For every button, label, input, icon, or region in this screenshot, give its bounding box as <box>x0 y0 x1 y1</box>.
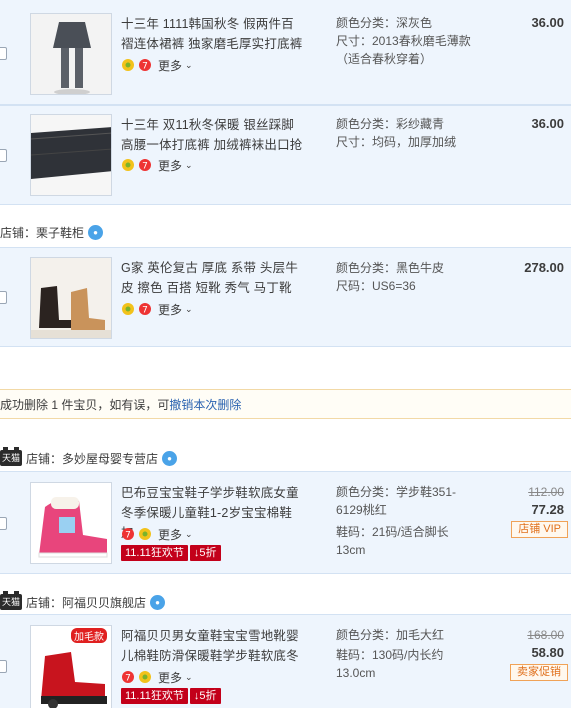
item-price: 77.28 <box>531 502 564 517</box>
attr-size: 尺寸：均码，加厚加绒 <box>336 135 457 149</box>
item-attributes: 颜色分类：黑色牛皮 尺码：US6=36 <box>336 259 486 295</box>
shop-name[interactable]: 多妙屋母婴专营店 <box>62 450 158 467</box>
chevron-down-icon[interactable]: ⌄ <box>185 160 193 171</box>
more-services-link[interactable]: 更多 <box>158 301 182 318</box>
shop-name[interactable]: 栗子鞋柜 <box>36 224 84 241</box>
chevron-down-icon[interactable]: ⌄ <box>185 672 193 683</box>
product-thumbnail[interactable] <box>30 114 112 196</box>
delete-notice: 成功删除 1 件宝贝，如有误，可撤销本次删除 <box>0 389 571 419</box>
seven-day-return-icon: 7 <box>139 303 151 316</box>
flower-icon <box>122 59 134 71</box>
cart-item: 十三年 1111韩国秋冬 假两件百褶连体裙裤 独家磨毛厚实打底裤 7 更多 ⌄ … <box>0 0 571 105</box>
svg-text:7: 7 <box>142 162 148 172</box>
item-price: 58.80 <box>531 645 564 660</box>
attr-size: 鞋码：21码/适合脚长13cm <box>336 525 449 557</box>
item-checkbox[interactable] <box>0 660 7 673</box>
attr-note: （适合春秋穿着） <box>336 52 433 66</box>
tmall-icon: 天猫 <box>0 591 22 610</box>
shop-name[interactable]: 阿福贝贝旗舰店 <box>62 594 146 611</box>
product-thumbnail[interactable] <box>30 482 112 564</box>
item-attributes: 颜色分类：深灰色 尺寸：2013春秋磨毛薄款 （适合春秋穿着） <box>336 14 486 68</box>
item-price: 36.00 <box>531 116 564 131</box>
svg-text:7: 7 <box>125 674 131 684</box>
product-title[interactable]: 十三年 双11秋冬保暖 银丝踩脚高腰一体打底裤 加绒裤袜出口抢 <box>121 115 303 155</box>
original-price: 168.00 <box>527 628 564 642</box>
promo-tags: 11.11狂欢节 ↓5折 <box>121 545 221 561</box>
flower-icon <box>139 671 151 683</box>
product-thumbnail[interactable] <box>30 257 112 339</box>
cart-item: G家 英伦复古 厚底 系带 头层牛皮 擦色 百搭 短靴 秀气 马丁靴 7 更多 … <box>0 247 571 347</box>
seven-day-return-icon: 7 <box>122 528 134 541</box>
chevron-down-icon[interactable]: ⌄ <box>185 304 193 315</box>
service-icons: 7 更多 ⌄ <box>121 301 193 317</box>
item-checkbox[interactable] <box>0 517 7 530</box>
item-checkbox[interactable] <box>0 47 7 60</box>
product-thumbnail[interactable] <box>30 13 112 95</box>
attr-size: 鞋码：130码/内长约13.0cm <box>336 648 444 680</box>
festival-tag: 11.11狂欢节 <box>121 545 188 561</box>
chevron-down-icon[interactable]: ⌄ <box>185 60 193 71</box>
shop-header: 天猫 店铺： 阿福贝贝旗舰店 ● <box>0 591 166 612</box>
product-thumbnail[interactable]: 加毛款 <box>30 625 112 708</box>
shop-label: 店铺： <box>26 451 63 466</box>
cart-item: 加毛款 阿福贝贝男女童鞋宝宝雪地靴婴儿棉鞋防滑保暖鞋学步鞋软底冬 7 更多 ⌄ … <box>0 614 571 708</box>
more-services-link[interactable]: 更多 <box>158 157 182 174</box>
service-icons: 7 更多 ⌄ <box>121 669 193 685</box>
item-checkbox[interactable] <box>0 291 7 304</box>
svg-text:7: 7 <box>125 531 131 541</box>
flower-icon <box>122 159 134 171</box>
attr-size: 尺寸：2013春秋磨毛薄款 <box>336 34 471 48</box>
item-checkbox[interactable] <box>0 149 7 162</box>
seven-day-return-icon: 7 <box>139 59 151 72</box>
discount-tag: ↓5折 <box>189 688 221 704</box>
tmall-icon: 天猫 <box>0 447 22 466</box>
notice-text: 成功删除 1 件宝贝，如有误，可 <box>0 398 170 412</box>
shop-vip-tag[interactable]: 店铺 VIP <box>511 521 568 538</box>
discount-tag: ↓5折 <box>189 545 221 561</box>
svg-text:7: 7 <box>142 306 148 316</box>
attr-color: 颜色分类：学步鞋351-6129桃红 <box>336 485 457 517</box>
attr-color: 颜色分类：黑色牛皮 <box>336 261 445 275</box>
thumbnail-badge: 加毛款 <box>71 628 107 643</box>
item-attributes: 颜色分类：加毛大红 鞋码：130码/内长约13.0cm <box>336 626 466 682</box>
item-attributes: 颜色分类：彩纱藏青 尺寸：均码，加厚加绒 <box>336 115 486 151</box>
attr-color: 颜色分类：深灰色 <box>336 16 433 30</box>
wangwang-icon[interactable]: ● <box>162 450 178 466</box>
service-icons: 7 更多 ⌄ <box>121 57 193 73</box>
more-services-link[interactable]: 更多 <box>158 669 182 686</box>
product-title[interactable]: 十三年 1111韩国秋冬 假两件百褶连体裙裤 独家磨毛厚实打底裤 <box>121 14 303 54</box>
wangwang-icon[interactable]: ● <box>88 224 104 240</box>
product-title[interactable]: 阿福贝贝男女童鞋宝宝雪地靴婴儿棉鞋防滑保暖鞋学步鞋软底冬 <box>121 626 303 666</box>
flower-icon <box>139 528 151 540</box>
cart-item: 十三年 双11秋冬保暖 银丝踩脚高腰一体打底裤 加绒裤袜出口抢 7 更多 ⌄ 颜… <box>0 105 571 205</box>
attr-color: 颜色分类：加毛大红 <box>336 628 445 642</box>
service-icons: 7 更多 ⌄ <box>121 157 193 173</box>
shop-label: 店铺： <box>0 225 37 240</box>
more-services-link[interactable]: 更多 <box>158 526 182 543</box>
wangwang-icon[interactable]: ● <box>150 594 166 610</box>
item-price: 278.00 <box>524 260 564 275</box>
item-attributes: 颜色分类：学步鞋351-6129桃红 鞋码：21码/适合脚长13cm <box>336 483 476 559</box>
seller-promo-tag[interactable]: 卖家促销 <box>510 664 568 681</box>
svg-text:7: 7 <box>142 62 148 72</box>
promo-tags: 11.11狂欢节 ↓5折 <box>121 688 221 704</box>
original-price: 112.00 <box>528 485 564 499</box>
attr-size: 尺码：US6=36 <box>336 279 416 293</box>
cart-item: 巴布豆宝宝鞋子学步鞋软底女童冬季保暖儿童鞋1-2岁宝宝棉鞋加 7 更多 ⌄ 11… <box>0 471 571 574</box>
seven-day-return-icon: 7 <box>122 671 134 684</box>
product-title[interactable]: G家 英伦复古 厚底 系带 头层牛皮 擦色 百搭 短靴 秀气 马丁靴 <box>121 258 303 298</box>
shop-header: 店铺： 栗子鞋柜 ● <box>0 222 104 242</box>
service-icons: 7 更多 ⌄ <box>121 526 193 542</box>
shop-header: 天猫 店铺： 多妙屋母婴专营店 ● <box>0 447 178 468</box>
shop-label: 店铺： <box>26 595 63 610</box>
undo-delete-link[interactable]: 撤销本次删除 <box>169 398 241 412</box>
chevron-down-icon[interactable]: ⌄ <box>185 529 193 540</box>
seven-day-return-icon: 7 <box>139 159 151 172</box>
more-services-link[interactable]: 更多 <box>158 57 182 74</box>
attr-color: 颜色分类：彩纱藏青 <box>336 117 445 131</box>
festival-tag: 11.11狂欢节 <box>121 688 188 704</box>
flower-icon <box>122 303 134 315</box>
item-price: 36.00 <box>531 15 564 30</box>
